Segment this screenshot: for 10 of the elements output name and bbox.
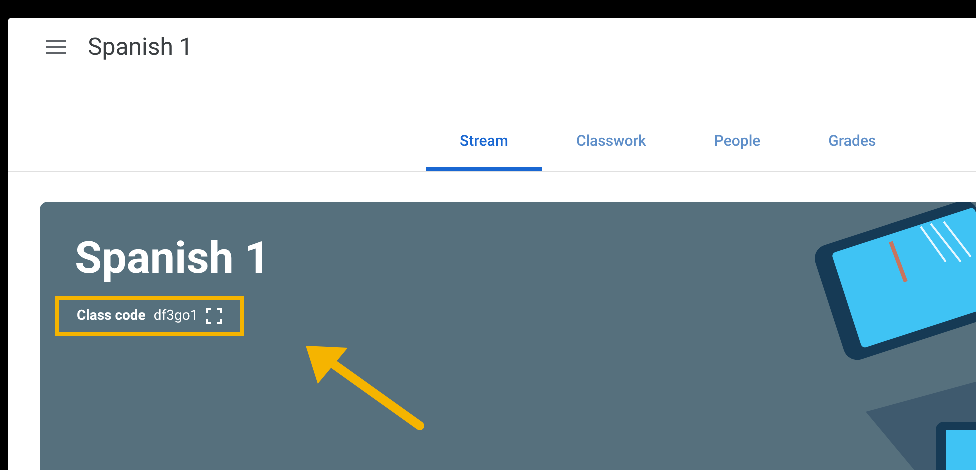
- banner-title: Spanish 1: [75, 232, 272, 284]
- tab[interactable]: People: [680, 116, 795, 171]
- tab[interactable]: Stream: [426, 116, 542, 171]
- fullscreen-icon[interactable]: [206, 308, 222, 324]
- menu-icon[interactable]: [46, 40, 66, 54]
- class-title: Spanish 1: [88, 32, 193, 63]
- tab[interactable]: Grades: [794, 116, 910, 171]
- class-code-label: Class code: [77, 306, 146, 326]
- class-code-value: df3go1: [154, 306, 198, 326]
- tab[interactable]: Classwork: [542, 116, 680, 171]
